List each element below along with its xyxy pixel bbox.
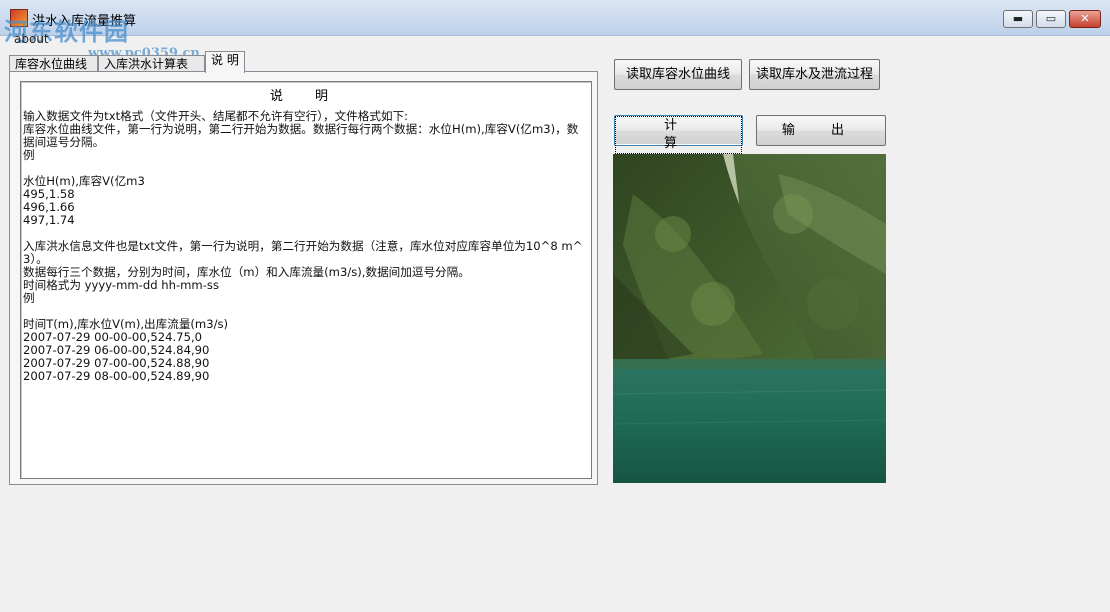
doc-line: 495,1.58	[23, 187, 75, 201]
close-icon: ✕	[1080, 12, 1090, 25]
read-storage-curve-button[interactable]: 读取库容水位曲线	[614, 59, 742, 90]
title-bar: 洪水入库流量推算 河东软件园 ▬ ▭ ✕	[0, 0, 1110, 46]
tab-panel: 说 明 输入数据文件为txt格式（文件开头、结尾都不允许有空行），文件格式如下:…	[9, 71, 598, 485]
doc-line: 入库洪水信息文件也是txt文件，第一行为说明，第二行开始为数据（注意，库水位对应…	[23, 239, 583, 266]
doc-line: 库容水位曲线文件，第一行为说明，第二行开始为数据。数据行每行两个数据：水位H(m…	[23, 122, 579, 149]
output-button[interactable]: 输 出	[756, 115, 886, 146]
instructions-textbox[interactable]: 说 明 输入数据文件为txt格式（文件开头、结尾都不允许有空行），文件格式如下:…	[20, 81, 592, 479]
doc-line: 497,1.74	[23, 213, 75, 227]
doc-body: 输入数据文件为txt格式（文件开头、结尾都不允许有空行），文件格式如下: 库容水位…	[23, 110, 589, 383]
close-button[interactable]: ✕	[1069, 10, 1101, 28]
doc-line: 时间格式为 yyyy-mm-dd hh-mm-ss	[23, 278, 219, 292]
minimize-button[interactable]: ▬	[1003, 10, 1033, 28]
reservoir-photo	[613, 154, 886, 483]
tab-instructions[interactable]: 说 明	[205, 51, 245, 73]
calculate-button[interactable]: 计 算	[614, 115, 743, 154]
minimize-icon: ▬	[1012, 12, 1024, 25]
doc-line: 水位H(m),库容V(亿m3	[23, 174, 145, 188]
doc-line: 例	[23, 148, 35, 162]
doc-heading: 说 明	[269, 89, 343, 104]
calculate-button-label: 计 算	[615, 116, 742, 154]
read-flow-process-button[interactable]: 读取库水及泄流过程	[749, 59, 880, 90]
doc-line: 496,1.66	[23, 200, 75, 214]
doc-line: 例	[23, 291, 35, 305]
doc-line: 2007-07-29 08-00-00,524.89,90	[23, 369, 210, 383]
maximize-icon: ▭	[1045, 12, 1057, 25]
maximize-button[interactable]: ▭	[1036, 10, 1066, 28]
menu-about[interactable]: about	[14, 32, 49, 46]
